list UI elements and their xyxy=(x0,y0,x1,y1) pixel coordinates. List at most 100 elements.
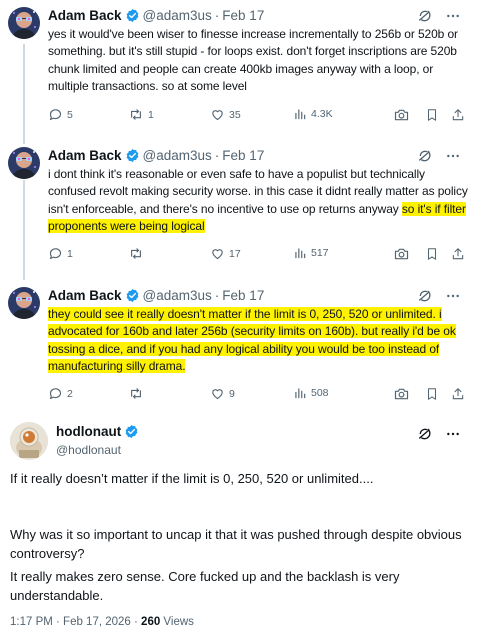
action-count: 508 xyxy=(311,387,329,399)
tweet-text: they could see it really doesn't matter … xyxy=(48,306,468,376)
camera-button[interactable] xyxy=(393,386,410,402)
verified-badge-icon xyxy=(125,8,140,23)
more-icon[interactable] xyxy=(445,426,461,442)
author-handle[interactable]: @adam3us xyxy=(143,288,212,303)
author-handle[interactable]: @adam3us xyxy=(143,148,212,163)
reply-button[interactable]: 5 xyxy=(48,107,73,122)
like-icon xyxy=(210,107,225,122)
repost-button[interactable] xyxy=(128,386,148,401)
like-button[interactable]: 9 xyxy=(210,386,235,401)
reply-icon xyxy=(48,107,63,122)
reply-icon xyxy=(48,246,63,261)
author-name[interactable]: Adam Back xyxy=(48,8,122,23)
like-icon xyxy=(210,386,225,401)
tweet-header-actions xyxy=(417,148,461,164)
camera-button[interactable] xyxy=(393,246,410,262)
avatar[interactable] xyxy=(8,287,40,319)
avatar[interactable] xyxy=(10,422,48,460)
repost-button[interactable] xyxy=(128,246,148,261)
tweet-date[interactable]: Feb 17 xyxy=(222,148,264,163)
bookmark-button[interactable] xyxy=(425,246,439,262)
like-button[interactable]: 17 xyxy=(210,246,241,261)
views-button[interactable]: 517 xyxy=(293,246,329,260)
separator-dot: · xyxy=(214,288,220,303)
author-name[interactable]: Adam Back xyxy=(48,148,122,163)
tweet-header-actions xyxy=(417,8,461,24)
action-count: 1 xyxy=(148,108,154,121)
tweet-text: i dont think it's reasonable or even saf… xyxy=(48,166,468,236)
views-icon xyxy=(293,107,307,121)
share-icon xyxy=(451,246,465,262)
author-handle[interactable]: @hodlonaut xyxy=(56,443,121,457)
main-tweet-paragraph: It really makes zero sense. Core fucked … xyxy=(10,569,400,603)
share-icon xyxy=(451,386,465,402)
tweet-actions: 2 9 508 xyxy=(48,386,468,404)
grok-icon[interactable] xyxy=(417,8,433,24)
tweet-text-plain: yes it would've been wiser to finesse in… xyxy=(48,27,458,94)
reply-icon xyxy=(48,386,63,401)
main-tweet-paragraph: If it really doesn’t matter if the limit… xyxy=(10,471,374,486)
more-icon[interactable] xyxy=(445,8,461,24)
camera-icon xyxy=(393,246,410,262)
tweet-date[interactable]: Feb 17 xyxy=(222,288,264,303)
verified-badge-icon xyxy=(125,288,140,303)
repost-icon xyxy=(128,246,144,261)
repost-icon xyxy=(128,386,144,401)
author-name[interactable]: hodlonaut xyxy=(56,424,142,439)
tweet-text: yes it would've been wiser to finesse in… xyxy=(48,26,468,96)
share-icon xyxy=(451,107,465,123)
like-icon xyxy=(210,246,225,261)
author-name-text: hodlonaut xyxy=(56,424,122,439)
camera-icon xyxy=(393,107,410,123)
repost-icon xyxy=(128,107,144,122)
bookmark-button[interactable] xyxy=(425,107,439,123)
repost-button[interactable]: 1 xyxy=(128,107,154,122)
share-button[interactable] xyxy=(451,107,465,123)
avatar[interactable] xyxy=(8,7,40,39)
like-button[interactable]: 35 xyxy=(210,107,241,122)
camera-button[interactable] xyxy=(393,107,410,123)
author-name[interactable]: Adam Back xyxy=(48,288,122,303)
action-count: 5 xyxy=(67,108,73,121)
reply-button[interactable]: 2 xyxy=(48,386,73,401)
tweet-header-actions xyxy=(417,288,461,304)
share-button[interactable] xyxy=(451,246,465,262)
verified-badge-icon xyxy=(124,424,139,439)
tweet-timestamp[interactable]: 1:17 PM · Feb 17, 2026 · xyxy=(10,616,141,628)
bookmark-icon xyxy=(425,246,439,262)
thread-line xyxy=(23,180,25,280)
separator-dot: · xyxy=(214,148,220,163)
verified-badge-icon xyxy=(125,148,140,163)
tweet-text-highlighted: they could see it really doesn't matter … xyxy=(48,307,456,374)
action-count: 4.3K xyxy=(311,108,333,120)
views-button[interactable]: 508 xyxy=(293,386,329,400)
grok-icon[interactable] xyxy=(417,288,433,304)
tweet-header: Adam Back @adam3us · Feb 17 xyxy=(48,8,264,23)
views-label: Views xyxy=(160,616,194,628)
bookmark-button[interactable] xyxy=(425,386,439,402)
bookmark-icon xyxy=(425,386,439,402)
share-button[interactable] xyxy=(451,386,465,402)
views-button[interactable]: 4.3K xyxy=(293,107,333,121)
avatar[interactable] xyxy=(8,147,40,179)
action-count: 17 xyxy=(229,247,241,260)
tweet-date[interactable]: Feb 17 xyxy=(222,8,264,23)
tweet-meta: 1:17 PM · Feb 17, 2026 · 260 Views xyxy=(10,616,194,628)
tweet-header: Adam Back @adam3us · Feb 17 xyxy=(48,288,264,303)
more-icon[interactable] xyxy=(445,148,461,164)
author-handle[interactable]: @adam3us xyxy=(143,8,212,23)
reply-button[interactable]: 1 xyxy=(48,246,73,261)
action-count: 1 xyxy=(67,247,73,260)
tweet-header: Adam Back @adam3us · Feb 17 xyxy=(48,148,264,163)
main-header-actions xyxy=(417,426,461,442)
thread-line xyxy=(23,44,25,144)
views-count: 260 xyxy=(141,616,161,628)
action-count: 2 xyxy=(67,387,73,400)
camera-icon xyxy=(393,386,410,402)
action-count: 517 xyxy=(311,247,329,259)
tweet-actions: 5 1 35 4.3K xyxy=(48,107,468,125)
grok-icon[interactable] xyxy=(417,426,433,442)
grok-icon[interactable] xyxy=(417,148,433,164)
more-icon[interactable] xyxy=(445,288,461,304)
action-count: 35 xyxy=(229,108,241,121)
